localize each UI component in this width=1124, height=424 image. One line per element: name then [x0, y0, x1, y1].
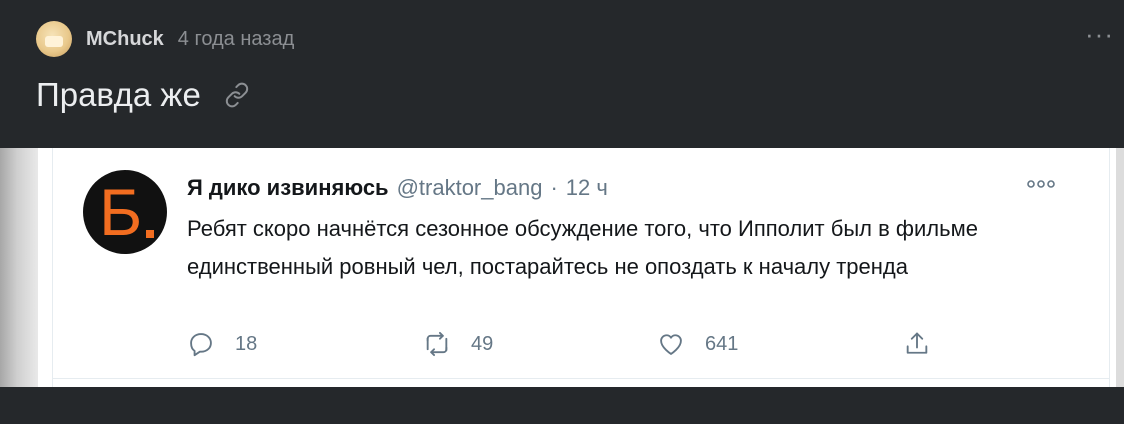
- post: MChuck 4 года назад ··· Правда же Б Я ди…: [0, 0, 1124, 424]
- author-name[interactable]: MChuck: [86, 28, 164, 51]
- tweet-avatar-letter: Б: [99, 175, 143, 249]
- tweet-share: [903, 326, 931, 362]
- embedded-image[interactable]: Б Я дико извиняюсь @traktor_bang · 12 ч …: [0, 148, 1124, 387]
- title-row: Правда же: [36, 76, 251, 114]
- share-icon: [906, 332, 928, 354]
- tweet-header: Я дико извиняюсь @traktor_bang · 12 ч: [187, 175, 608, 201]
- tweet-avatar-dot: [146, 230, 154, 238]
- tweet-separator: ·: [550, 175, 558, 200]
- post-footer: [0, 387, 1124, 424]
- tweet-card: Б Я дико извиняюсь @traktor_bang · 12 ч …: [52, 148, 1110, 387]
- tweet-like: 641: [657, 326, 738, 362]
- image-edge: [1116, 148, 1124, 387]
- more-options-icon[interactable]: ···: [1085, 21, 1114, 47]
- retweet-icon: [426, 331, 448, 357]
- tweet-actions: 18 49 641: [187, 326, 947, 362]
- tweet-avatar: Б: [83, 170, 167, 254]
- tweet-retweet: 49: [423, 326, 493, 362]
- tweet-handle: @traktor_bang: [396, 175, 543, 200]
- image-edge-shadow: [0, 148, 38, 387]
- link-icon[interactable]: [223, 81, 251, 109]
- reply-icon: [190, 333, 212, 357]
- post-time[interactable]: 4 года назад: [178, 28, 294, 51]
- tweet-reply: 18: [187, 326, 257, 362]
- tweet-more-icon: [1027, 180, 1055, 188]
- tweet-author-name: Я дико извиняюсь: [187, 175, 389, 200]
- reply-count: 18: [235, 332, 258, 355]
- tweet-time: 12 ч: [565, 175, 608, 200]
- post-title: Правда же: [36, 76, 201, 113]
- like-count: 641: [705, 332, 739, 355]
- retweet-count: 49: [471, 332, 494, 355]
- heart-icon: [660, 334, 682, 355]
- tweet-divider: [53, 378, 1109, 379]
- user-avatar[interactable]: [36, 21, 72, 57]
- tweet-text: Ребят скоро начнётся сезонное обсуждение…: [187, 216, 978, 279]
- post-header: MChuck 4 года назад: [36, 21, 294, 57]
